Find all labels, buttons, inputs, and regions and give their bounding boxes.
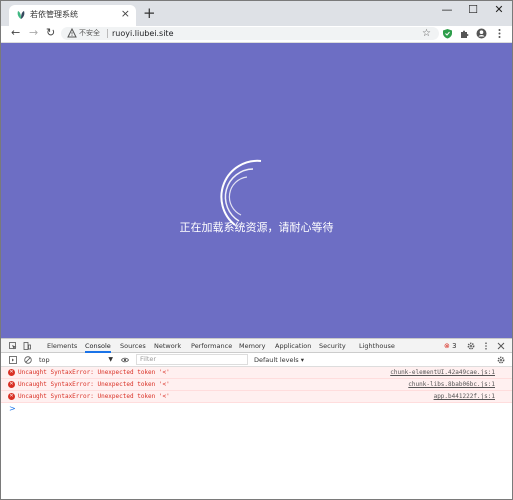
account-avatar-icon[interactable] bbox=[476, 28, 487, 39]
console-filter-bar: top ▼ Filter Default levels ▾ bbox=[1, 353, 512, 367]
tab-network[interactable]: Network bbox=[154, 339, 181, 353]
warning-icon bbox=[67, 28, 77, 38]
tab-sources[interactable]: Sources bbox=[120, 339, 146, 353]
console-settings-gear-icon[interactable] bbox=[497, 356, 505, 364]
loading-spinner-icon bbox=[220, 159, 262, 226]
bookmark-star-icon[interactable]: ☆ bbox=[422, 27, 431, 40]
tab-strip: 若依管理系统 × + — ☐ ✕ bbox=[1, 1, 512, 26]
forward-button[interactable]: → bbox=[29, 26, 38, 40]
minimize-button[interactable]: — bbox=[435, 3, 459, 17]
error-count-badge[interactable]: ⊗ 3 bbox=[444, 339, 457, 353]
close-window-button[interactable]: ✕ bbox=[487, 3, 511, 17]
log-levels-dropdown[interactable]: Default levels ▾ bbox=[254, 355, 304, 365]
devtools-more-icon[interactable] bbox=[482, 342, 490, 350]
error-icon: ✕ bbox=[8, 393, 15, 400]
puzzle-extensions-icon[interactable] bbox=[459, 28, 470, 39]
console-output: ✕ Uncaught SyntaxError: Unexpected token… bbox=[1, 367, 512, 499]
browser-window: 若依管理系统 × + — ☐ ✕ ← → ↻ 不安全 ruoyi.liubei.… bbox=[0, 0, 513, 500]
url-text[interactable]: ruoyi.liubei.site bbox=[112, 27, 173, 40]
omnibox-divider bbox=[107, 29, 108, 38]
page-viewport: 正在加载系统资源，请耐心等待 bbox=[1, 43, 512, 338]
error-message: Uncaught SyntaxError: Unexpected token '… bbox=[18, 393, 170, 400]
more-menu-icon[interactable] bbox=[494, 28, 505, 39]
close-tab-icon[interactable]: × bbox=[121, 8, 130, 20]
new-tab-button[interactable]: + bbox=[143, 4, 156, 22]
error-message: Uncaught SyntaxError: Unexpected token '… bbox=[18, 381, 170, 388]
clear-console-icon[interactable] bbox=[24, 356, 32, 364]
tab-performance[interactable]: Performance bbox=[191, 339, 232, 353]
device-toolbar-icon[interactable] bbox=[23, 342, 31, 350]
loading-message: 正在加载系统资源，请耐心等待 bbox=[179, 221, 334, 234]
browser-toolbar: ← → ↻ 不安全 ruoyi.liubei.site ☆ bbox=[1, 26, 512, 43]
tab-elements[interactable]: Elements bbox=[47, 339, 77, 353]
error-source-link[interactable]: chunk-elementUI.42a49cae.js:1 bbox=[390, 367, 495, 379]
context-value: top bbox=[39, 356, 50, 364]
sidebar-toggle-icon[interactable] bbox=[9, 356, 17, 364]
eye-icon[interactable] bbox=[121, 356, 129, 364]
tab-console[interactable]: Console bbox=[85, 339, 111, 353]
error-source-link[interactable]: chunk-libs.8bab06bc.js:1 bbox=[408, 379, 495, 391]
tab-security[interactable]: Security bbox=[319, 339, 346, 353]
context-select[interactable]: top ▼ bbox=[39, 355, 115, 365]
console-filter-input[interactable]: Filter bbox=[136, 354, 248, 365]
tab-lighthouse[interactable]: Lighthouse bbox=[359, 339, 395, 353]
tab-memory[interactable]: Memory bbox=[239, 339, 265, 353]
close-devtools-icon[interactable] bbox=[497, 342, 505, 350]
chevron-down-icon: ▼ bbox=[108, 356, 113, 363]
error-message: Uncaught SyntaxError: Unexpected token '… bbox=[18, 369, 170, 376]
console-error-row: ✕ Uncaught SyntaxError: Unexpected token… bbox=[1, 379, 512, 391]
tab-title: 若依管理系统 bbox=[30, 10, 78, 19]
back-button[interactable]: ← bbox=[11, 26, 20, 40]
devtools-panel: Elements Console Sources Network Perform… bbox=[1, 338, 512, 499]
devtools-tab-bar: Elements Console Sources Network Perform… bbox=[1, 339, 512, 353]
inspect-element-icon[interactable] bbox=[9, 342, 17, 350]
browser-tab[interactable]: 若依管理系统 × bbox=[9, 5, 136, 26]
tab-application[interactable]: Application bbox=[275, 339, 311, 353]
error-icon: ✕ bbox=[8, 369, 15, 376]
leaf-favicon-icon bbox=[17, 11, 25, 19]
console-error-row: ✕ Uncaught SyntaxError: Unexpected token… bbox=[1, 391, 512, 403]
reload-button[interactable]: ↻ bbox=[46, 26, 55, 40]
maximize-button[interactable]: ☐ bbox=[461, 3, 485, 17]
error-icon: ✕ bbox=[8, 381, 15, 388]
settings-gear-icon[interactable] bbox=[467, 342, 475, 350]
error-dot-icon: ⊗ bbox=[444, 342, 450, 350]
console-error-row: ✕ Uncaught SyntaxError: Unexpected token… bbox=[1, 367, 512, 379]
error-count: 3 bbox=[452, 342, 457, 350]
shield-extension-icon[interactable] bbox=[442, 28, 453, 39]
address-bar[interactable]: 不安全 ruoyi.liubei.site ☆ bbox=[61, 27, 439, 40]
security-label[interactable]: 不安全 bbox=[79, 27, 100, 40]
console-prompt[interactable]: > bbox=[9, 404, 16, 414]
error-source-link[interactable]: app.b441222f.js:1 bbox=[434, 391, 495, 403]
